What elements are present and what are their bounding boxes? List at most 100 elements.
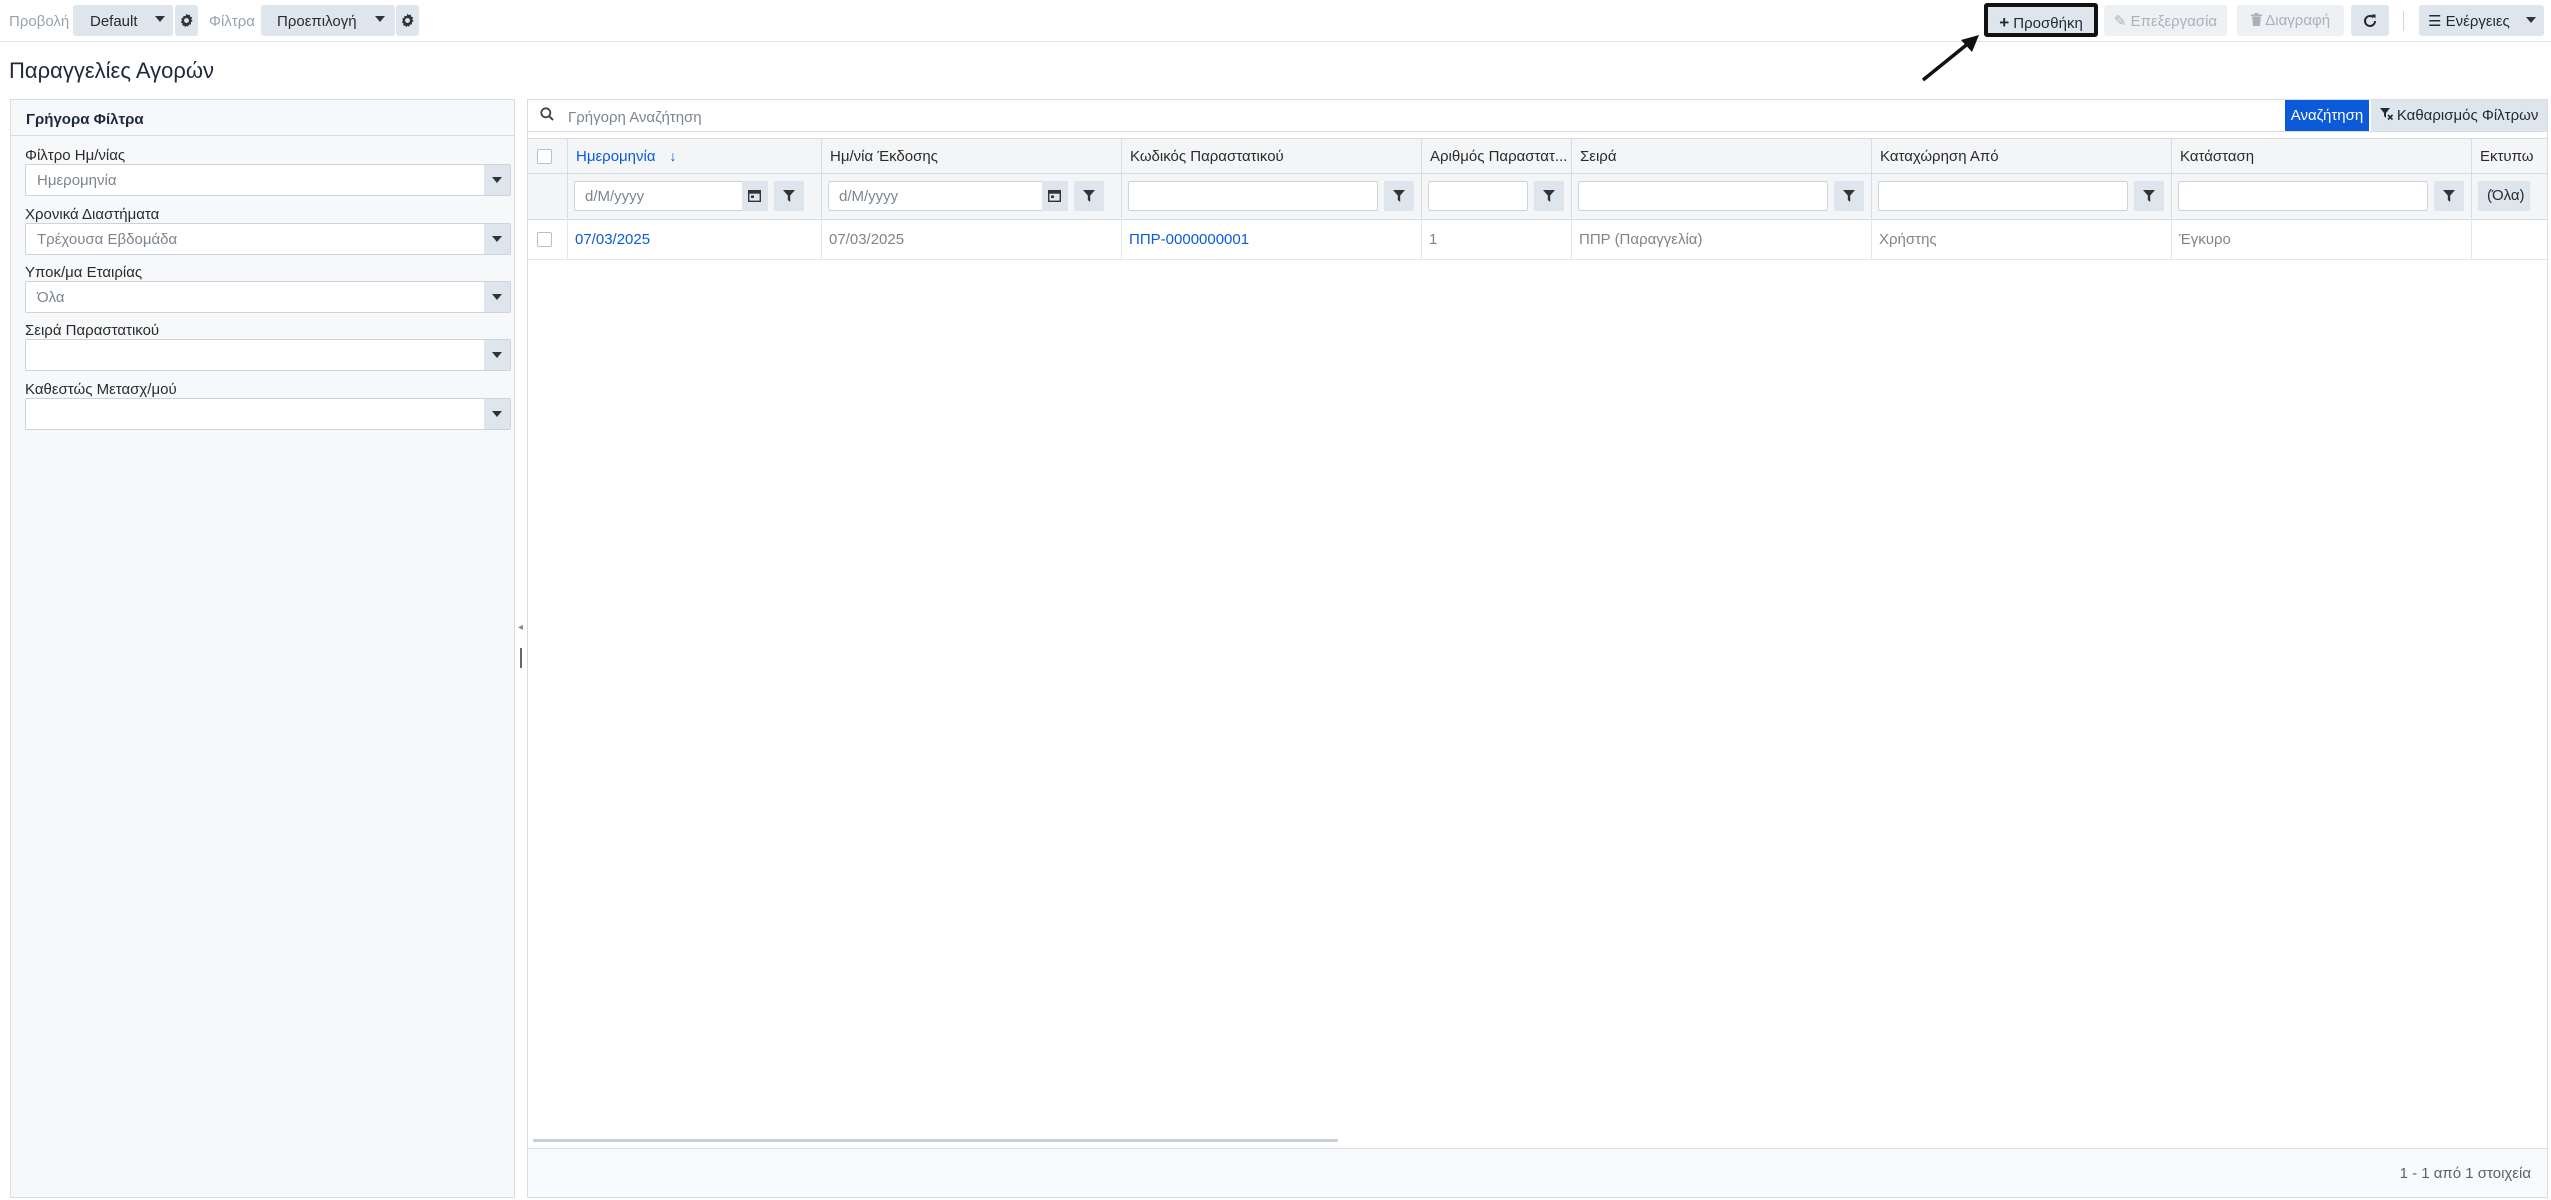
series-filter-input[interactable] (1578, 181, 1828, 211)
chevron-down-icon (155, 16, 165, 22)
conversion-status-label: Καθεστώς Μετασχ/μού (25, 381, 177, 398)
document-code-filter-button[interactable] (1384, 181, 1414, 211)
column-header-entered-by[interactable]: Καταχώρηση Από (1871, 139, 2171, 173)
edit-button[interactable]: ✎ Επεξεργασία (2104, 5, 2227, 36)
quick-filters-heading: Γρήγορα Φίλτρα (11, 100, 514, 136)
row-document-number: 1 (1421, 220, 1571, 259)
refresh-icon (2364, 14, 2376, 27)
search-button[interactable]: Αναζήτηση (2285, 100, 2369, 131)
search-icon (540, 107, 554, 121)
gear-icon (401, 13, 414, 28)
filters-dropdown-value: Προεπιλογή (277, 13, 357, 30)
document-series-label: Σειρά Παραστατικού (25, 322, 160, 339)
view-dropdown-value: Default (90, 13, 138, 30)
document-series-select[interactable] (25, 339, 511, 371)
view-label: Προβολή (9, 13, 70, 30)
date-filter-select[interactable]: Ημερομηνία (25, 164, 511, 196)
filter-cell-date (567, 174, 821, 218)
table-row[interactable]: 07/03/2025 07/03/2025 ΠΠΡ-0000000001 1 Π… (528, 220, 2547, 260)
page-title: Παραγγελίες Αγορών (9, 58, 215, 83)
filter-icon (2443, 190, 2455, 202)
entered-by-filter-input[interactable] (1878, 181, 2128, 211)
view-settings-button[interactable] (175, 5, 198, 36)
add-button-label: Προσθήκη (2013, 15, 2083, 32)
status-filter-button[interactable] (2434, 181, 2464, 211)
chevron-down-icon (484, 282, 510, 312)
clear-filters-button[interactable]: Καθαρισμός Φίλτρων (2371, 100, 2547, 131)
filter-icon (1543, 190, 1555, 202)
row-date-link[interactable]: 07/03/2025 (567, 220, 821, 259)
date-filter-value: Ημερομηνία (37, 172, 117, 189)
company-branch-select[interactable]: Όλα (25, 281, 511, 313)
row-printed (2471, 220, 2547, 259)
filter-icon (1083, 190, 1095, 202)
view-dropdown[interactable]: Default (73, 5, 173, 36)
filter-cell-entered-by (1871, 174, 2171, 218)
column-header-date[interactable]: Ημερομηνία ↓ (567, 139, 821, 173)
column-header-series[interactable]: Σειρά (1571, 139, 1871, 173)
quick-filters-panel: Γρήγορα Φίλτρα Φίλτρο Ημ/νίας Ημερομηνία… (10, 99, 515, 1198)
filter-cell-issue-date (821, 174, 1121, 218)
date-filter-button[interactable] (774, 181, 804, 211)
top-toolbar: Προβολή Default Φίλτρα Προεπιλογή + Προσ… (0, 0, 2551, 42)
column-header-printed[interactable]: Εκτυπω (2471, 139, 2547, 173)
add-button[interactable]: + Προσθήκη (1984, 3, 2098, 37)
company-branch-value: Όλα (37, 289, 65, 306)
gear-icon (180, 13, 193, 28)
series-filter-button[interactable] (1834, 181, 1864, 211)
actions-label: Ενέργειες (2445, 13, 2510, 30)
entered-by-filter-button[interactable] (2134, 181, 2164, 211)
document-number-filter-input[interactable] (1428, 181, 1528, 211)
chevron-down-icon (484, 399, 510, 429)
issue-date-filter-input[interactable] (828, 181, 1068, 211)
delete-button-label: Διαγραφή (2265, 12, 2331, 29)
row-document-code-link[interactable]: ΠΠΡ-0000000001 (1121, 220, 1421, 259)
grid-header-row: Ημερομηνία ↓ Ημ/νία Έκδοσης Κωδικός Παρασ… (528, 138, 2547, 174)
grid-pager: 1 - 1 από 1 στοιχεία (528, 1148, 2547, 1197)
filter-icon (2143, 190, 2155, 202)
issue-date-filter-button[interactable] (1074, 181, 1104, 211)
filters-dropdown[interactable]: Προεπιλογή (261, 5, 395, 36)
column-header-issue-date[interactable]: Ημ/νία Έκδοσης (821, 139, 1121, 173)
quick-search-input[interactable] (568, 106, 1868, 128)
row-entered-by: Χρήστης (1871, 220, 2171, 259)
date-filter-input[interactable] (574, 181, 768, 211)
pencil-icon: ✎ (2113, 13, 2127, 30)
printed-filter-select[interactable]: (Όλα) (2478, 181, 2530, 211)
chevron-down-icon (484, 224, 510, 254)
time-periods-value: Τρέχουσα Εβδομάδα (37, 231, 178, 248)
select-all-checkbox[interactable] (537, 149, 552, 164)
status-filter-input[interactable] (2178, 181, 2428, 211)
calendar-icon (748, 190, 761, 202)
column-header-document-code[interactable]: Κωδικός Παραστατικού (1121, 139, 1421, 173)
calendar-icon (1048, 190, 1061, 202)
menu-icon: ☰ (2428, 13, 2442, 30)
filters-settings-button[interactable] (396, 5, 419, 36)
filter-cell-printed: (Όλα) (2471, 174, 2547, 218)
document-code-filter-input[interactable] (1128, 181, 1378, 211)
column-header-status[interactable]: Κατάσταση (2171, 139, 2471, 173)
document-number-filter-button[interactable] (1534, 181, 1564, 211)
time-periods-select[interactable]: Τρέχουσα Εβδομάδα (25, 223, 511, 255)
row-issue-date: 07/03/2025 (821, 220, 1121, 259)
horizontal-scrollbar[interactable] (533, 1139, 1338, 1142)
conversion-status-select[interactable] (25, 398, 511, 430)
actions-dropdown[interactable]: ☰ Ενέργειες (2419, 5, 2544, 36)
column-header-date-label: Ημερομηνία (576, 148, 656, 165)
chevron-down-icon (375, 16, 385, 22)
panel-splitter[interactable]: ◂ (517, 620, 525, 670)
row-series: ΠΠΡ (Παραγγελία) (1571, 220, 1871, 259)
refresh-button[interactable] (2351, 5, 2389, 36)
chevron-down-icon (484, 165, 510, 195)
row-status: Έγκυρο (2171, 220, 2471, 259)
delete-button[interactable]: Διαγραφή (2237, 5, 2344, 36)
splitter-handle (520, 648, 522, 668)
filter-icon (1843, 190, 1855, 202)
row-checkbox[interactable] (537, 232, 552, 247)
plus-icon: + (1999, 13, 2010, 32)
edit-button-label: Επεξεργασία (2130, 13, 2218, 30)
calendar-button[interactable] (742, 181, 768, 211)
column-header-document-number[interactable]: Αριθμός Παραστατ... (1421, 139, 1571, 173)
filter-cell-series (1571, 174, 1871, 218)
calendar-button[interactable] (1042, 181, 1068, 211)
